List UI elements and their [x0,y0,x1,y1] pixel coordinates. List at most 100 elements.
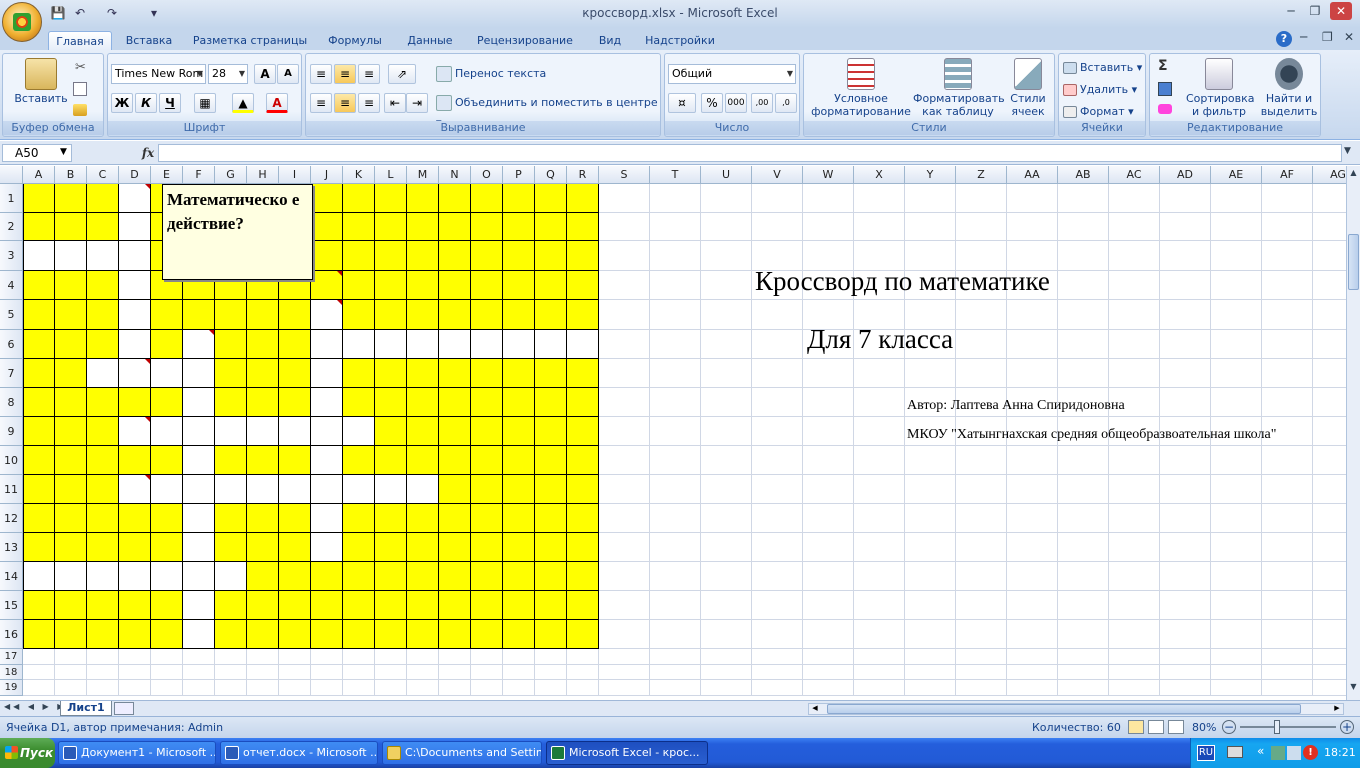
cell-R15[interactable] [567,591,599,620]
cell-T15[interactable] [650,591,701,620]
cell-P15[interactable] [503,591,535,620]
cell-K14[interactable] [343,562,375,591]
cell-F18[interactable] [183,664,215,680]
cell-V16[interactable] [752,620,803,649]
cell-B9[interactable] [55,417,87,446]
cell-C15[interactable] [87,591,119,620]
conditional-formatting-button[interactable]: Условное форматирование [806,58,916,118]
cell-M9[interactable] [407,417,439,446]
cell-L18[interactable] [375,664,407,680]
cell-M12[interactable] [407,504,439,533]
cell-D8[interactable] [119,388,151,417]
column-header-B[interactable]: B [55,166,87,184]
cell-F19[interactable] [183,680,215,696]
cell-G13[interactable] [215,533,247,562]
cell-I14[interactable] [279,562,311,591]
percent-icon[interactable]: % [701,93,723,113]
cell-P19[interactable] [503,680,535,696]
expand-formula-icon[interactable]: ▼ [1344,146,1351,156]
workbook-close-icon[interactable]: ✕ [1344,30,1354,44]
cell-X9[interactable] [854,417,905,446]
cell-D14[interactable] [119,562,151,591]
cell-W8[interactable] [803,388,854,417]
cell-W9[interactable] [803,417,854,446]
cell-A4[interactable] [23,271,55,300]
row-header-2[interactable]: 2 [0,213,23,241]
cell-AD3[interactable] [1160,241,1211,271]
cell-M10[interactable] [407,446,439,475]
cell-V18[interactable] [752,664,803,680]
cell-Q17[interactable] [535,649,567,665]
cell-AC19[interactable] [1109,680,1160,696]
cell-N19[interactable] [439,680,471,696]
cell-O5[interactable] [471,300,503,330]
cut-icon[interactable]: ✂ [75,60,86,75]
cell-S8[interactable] [599,388,650,417]
cell-L12[interactable] [375,504,407,533]
row-header-18[interactable]: 18 [0,664,23,680]
cell-Q8[interactable] [535,388,567,417]
cell-J13[interactable] [311,533,343,562]
cell-AC12[interactable] [1109,504,1160,533]
find-select-button[interactable]: Найти и выделить [1258,58,1320,118]
cell-L6[interactable] [375,330,407,359]
cell-U6[interactable] [701,330,752,359]
cell-B13[interactable] [55,533,87,562]
cell-A15[interactable] [23,591,55,620]
row-header-12[interactable]: 12 [0,504,23,533]
cell-F10[interactable] [183,446,215,475]
row-header-8[interactable]: 8 [0,388,23,417]
cell-S1[interactable] [599,184,650,213]
cell-K16[interactable] [343,620,375,649]
row-header-16[interactable]: 16 [0,620,23,649]
cell-D5[interactable] [119,300,151,330]
cell-X8[interactable] [854,388,905,417]
cell-U9[interactable] [701,417,752,446]
cell-W16[interactable] [803,620,854,649]
cell-Z14[interactable] [956,562,1007,591]
cell-AC4[interactable] [1109,271,1160,300]
cell-F11[interactable] [183,475,215,504]
cell-C10[interactable] [87,446,119,475]
cell-K2[interactable] [343,213,375,241]
cell-L1[interactable] [375,184,407,213]
cell-D13[interactable] [119,533,151,562]
cell-S9[interactable] [599,417,650,446]
cell-AC2[interactable] [1109,213,1160,241]
cell-A13[interactable] [23,533,55,562]
cell-P18[interactable] [503,664,535,680]
cell-G16[interactable] [215,620,247,649]
cell-U5[interactable] [701,300,752,330]
cell-P17[interactable] [503,649,535,665]
cell-R12[interactable] [567,504,599,533]
cell-H19[interactable] [247,680,279,696]
cell-AD13[interactable] [1160,533,1211,562]
cell-M2[interactable] [407,213,439,241]
cell-R5[interactable] [567,300,599,330]
cell-AG2[interactable] [1313,213,1346,241]
italic-button[interactable]: К [135,93,157,113]
cell-G11[interactable] [215,475,247,504]
insert-cells-button[interactable]: Вставить ▾ [1063,58,1142,78]
cell-V7[interactable] [752,359,803,388]
cell-H14[interactable] [247,562,279,591]
cell-C5[interactable] [87,300,119,330]
cell-AC11[interactable] [1109,475,1160,504]
cell-O17[interactable] [471,649,503,665]
page-break-view-icon[interactable] [1168,720,1184,734]
cell-K19[interactable] [343,680,375,696]
cell-styles-button[interactable]: Стили ячеек [1004,58,1052,118]
cell-G5[interactable] [215,300,247,330]
horizontal-scroll-thumb[interactable] [827,704,1301,714]
zoom-out-icon[interactable]: − [1222,720,1236,734]
ribbon-minimize-icon[interactable]: ─ [1300,30,1307,44]
cell-S18[interactable] [599,664,650,680]
cell-D15[interactable] [119,591,151,620]
cell-P6[interactable] [503,330,535,359]
cell-AG5[interactable] [1313,300,1346,330]
cell-D6[interactable] [119,330,151,359]
cell-AD16[interactable] [1160,620,1211,649]
cell-F13[interactable] [183,533,215,562]
cell-C7[interactable] [87,359,119,388]
align-top-icon[interactable]: ≡ [310,64,332,84]
